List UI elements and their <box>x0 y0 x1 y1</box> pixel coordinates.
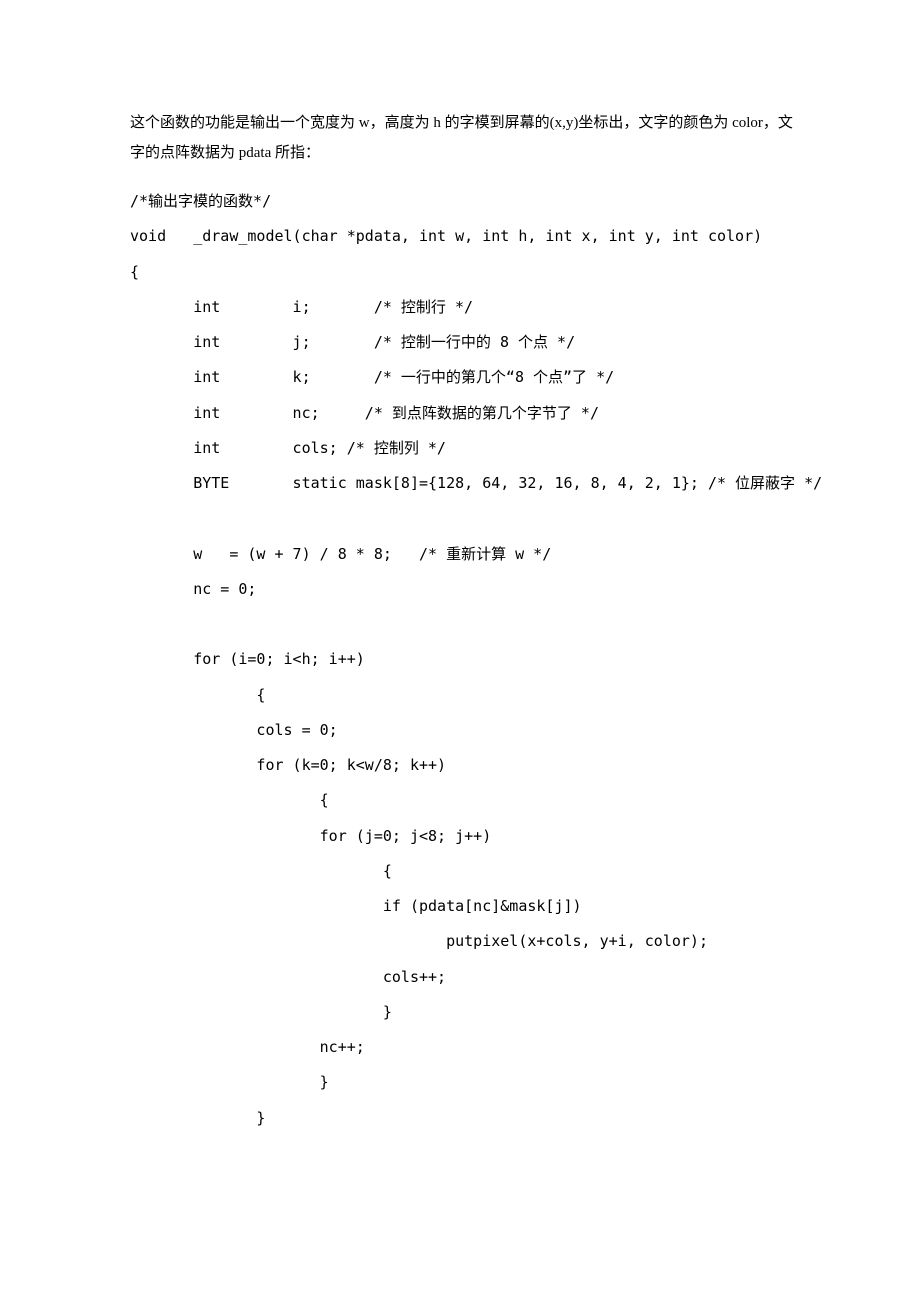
code-line: BYTE static mask[8]={128, 64, 32, 16, 8,… <box>130 474 822 492</box>
code-line: { <box>130 791 329 809</box>
code-line: int k; /* 一行中的第几个“8 个点”了 */ <box>130 368 614 386</box>
code-line: int i; /* 控制行 */ <box>130 298 473 316</box>
code-line: } <box>130 1003 392 1021</box>
code-line: putpixel(x+cols, y+i, color); <box>130 932 708 950</box>
code-line: for (j=0; j<8; j++) <box>130 827 491 845</box>
intro-paragraph: 这个函数的功能是输出一个宽度为 w，高度为 h 的字模到屏幕的(x,y)坐标出，… <box>130 108 800 168</box>
code-line: for (i=0; i<h; i++) <box>130 650 365 668</box>
code-line: void _draw_model(char *pdata, int w, int… <box>130 227 762 245</box>
code-line: { <box>130 263 139 281</box>
code-line: w = (w + 7) / 8 * 8; /* 重新计算 w */ <box>130 545 551 563</box>
code-line: } <box>130 1109 265 1127</box>
code-line: } <box>130 1073 329 1091</box>
code-line: nc = 0; <box>130 580 256 598</box>
code-line: for (k=0; k<w/8; k++) <box>130 756 446 774</box>
code-line: int j; /* 控制一行中的 8 个点 */ <box>130 333 575 351</box>
code-line: /*输出字模的函数*/ <box>130 192 271 210</box>
code-line: cols++; <box>130 968 446 986</box>
intro-text: 这个函数的功能是输出一个宽度为 w，高度为 h 的字模到屏幕的(x,y)坐标出，… <box>130 108 800 168</box>
code-line: int cols; /* 控制列 */ <box>130 439 446 457</box>
code-line: if (pdata[nc]&mask[j]) <box>130 897 582 915</box>
code-line: nc++; <box>130 1038 365 1056</box>
code-line: { <box>130 686 265 704</box>
code-block: /*输出字模的函数*/ void _draw_model(char *pdata… <box>130 184 800 1136</box>
code-line: { <box>130 862 392 880</box>
code-line: int nc; /* 到点阵数据的第几个字节了 */ <box>130 404 599 422</box>
code-line: cols = 0; <box>130 721 338 739</box>
